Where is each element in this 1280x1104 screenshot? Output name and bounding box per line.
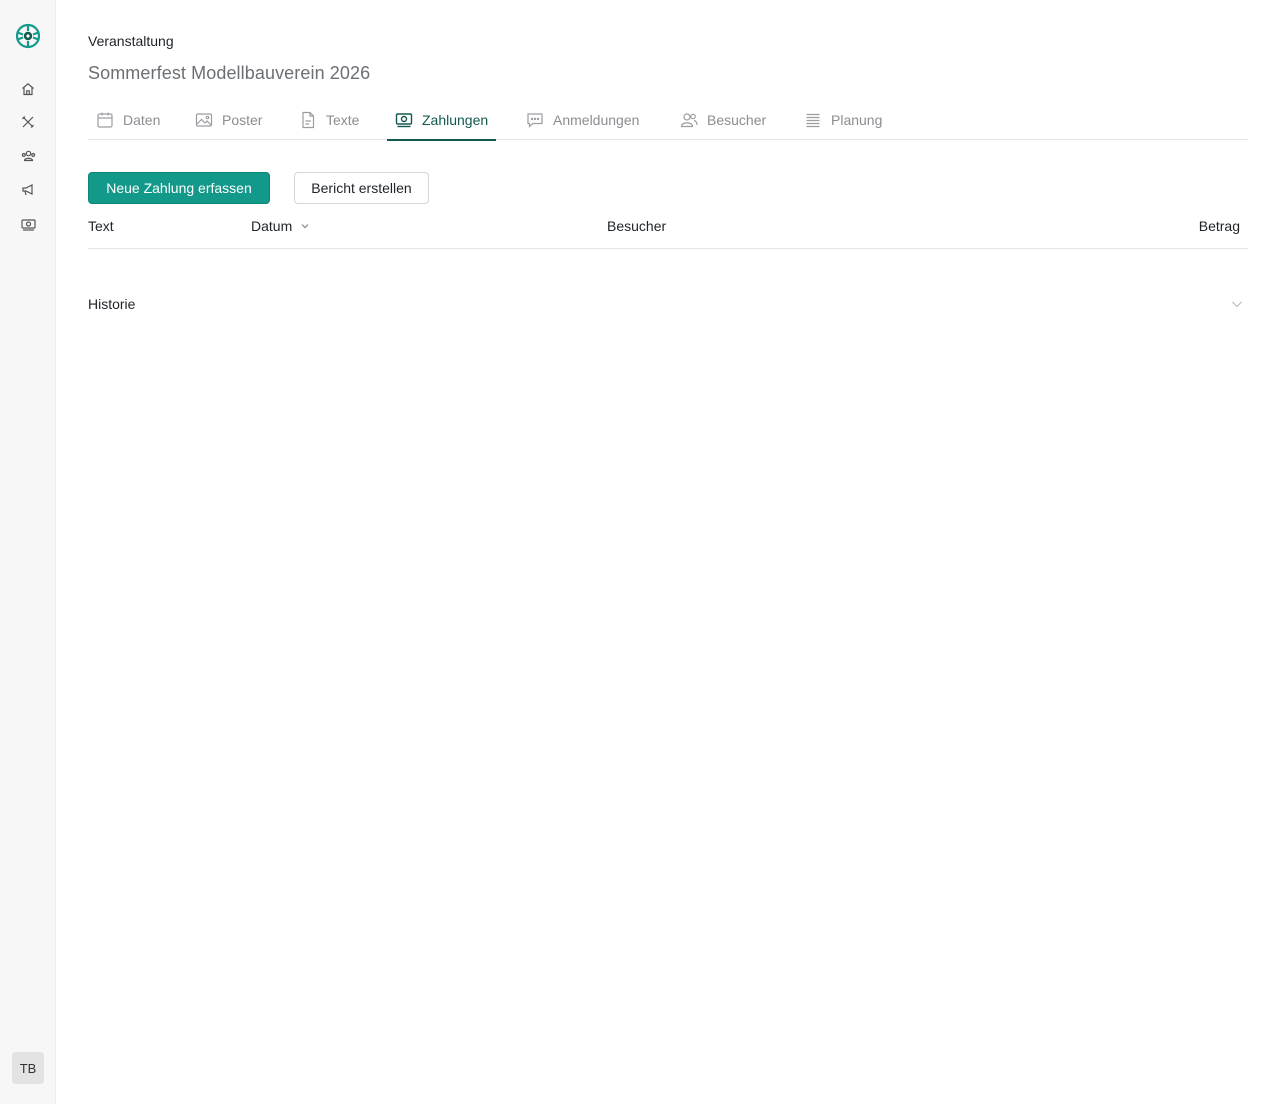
image-icon [195,113,213,127]
tools-icon[interactable] [18,112,38,132]
tab-label: Anmeldungen [553,112,640,128]
chat-icon [527,113,543,128]
column-label: Text [88,218,114,234]
create-report-button[interactable]: Bericht erstellen [294,172,429,204]
column-header-besucher[interactable]: Besucher [607,218,666,234]
brand-logo-icon[interactable] [15,23,41,49]
tab-planung[interactable]: Planung [796,100,890,140]
column-label: Besucher [607,218,667,234]
tab-label: Texte [326,112,360,128]
payments-icon[interactable] [18,214,38,234]
tab-besucher[interactable]: Besucher [672,100,774,140]
tab-label: Zahlungen [422,112,489,128]
document-icon [302,111,315,129]
money-icon [395,113,413,128]
tab-poster[interactable]: Poster [187,100,270,140]
payments-table-header: Text Datum Besucher Betrag [88,210,1248,249]
tab-label: Besucher [707,112,767,128]
users-icon[interactable] [18,146,38,166]
user-avatar[interactable]: TB [12,1052,44,1084]
sidebar: TB [0,0,56,1104]
page-eyebrow: Veranstaltung [88,33,174,49]
tab-zahlungen[interactable]: Zahlungen [387,100,497,141]
page-title: Sommerfest Modellbauverein 2026 [88,63,371,83]
column-header-datum[interactable]: Datum [251,218,310,234]
column-header-betrag[interactable]: Betrag [1199,218,1240,234]
tab-anmeldungen[interactable]: Anmeldungen [518,100,647,140]
home-icon[interactable] [18,79,38,99]
column-label: Datum [251,218,293,234]
column-header-text[interactable]: Text [88,218,114,234]
tab-label: Planung [831,112,883,128]
chevron-down-icon [301,224,309,229]
column-label: Betrag [1198,218,1240,234]
tab-texte[interactable]: Texte [291,100,367,140]
chevron-down-icon [1232,301,1242,308]
history-label: Historie [88,296,136,312]
new-payment-button[interactable]: Neue Zahlung erfassen [88,172,270,204]
tab-daten[interactable]: Daten [88,100,168,140]
megaphone-icon[interactable] [18,180,38,200]
tab-bar: Daten Poster Texte Zahlungen Anmeldungen [88,100,1248,141]
calendar-icon [97,112,113,128]
avatar-initials: TB [19,1060,37,1076]
tab-label: Daten [123,112,161,128]
tab-label: Poster [222,112,263,128]
history-accordion[interactable]: Historie [88,288,1248,320]
people-icon [680,113,698,128]
list-icon [806,113,820,128]
